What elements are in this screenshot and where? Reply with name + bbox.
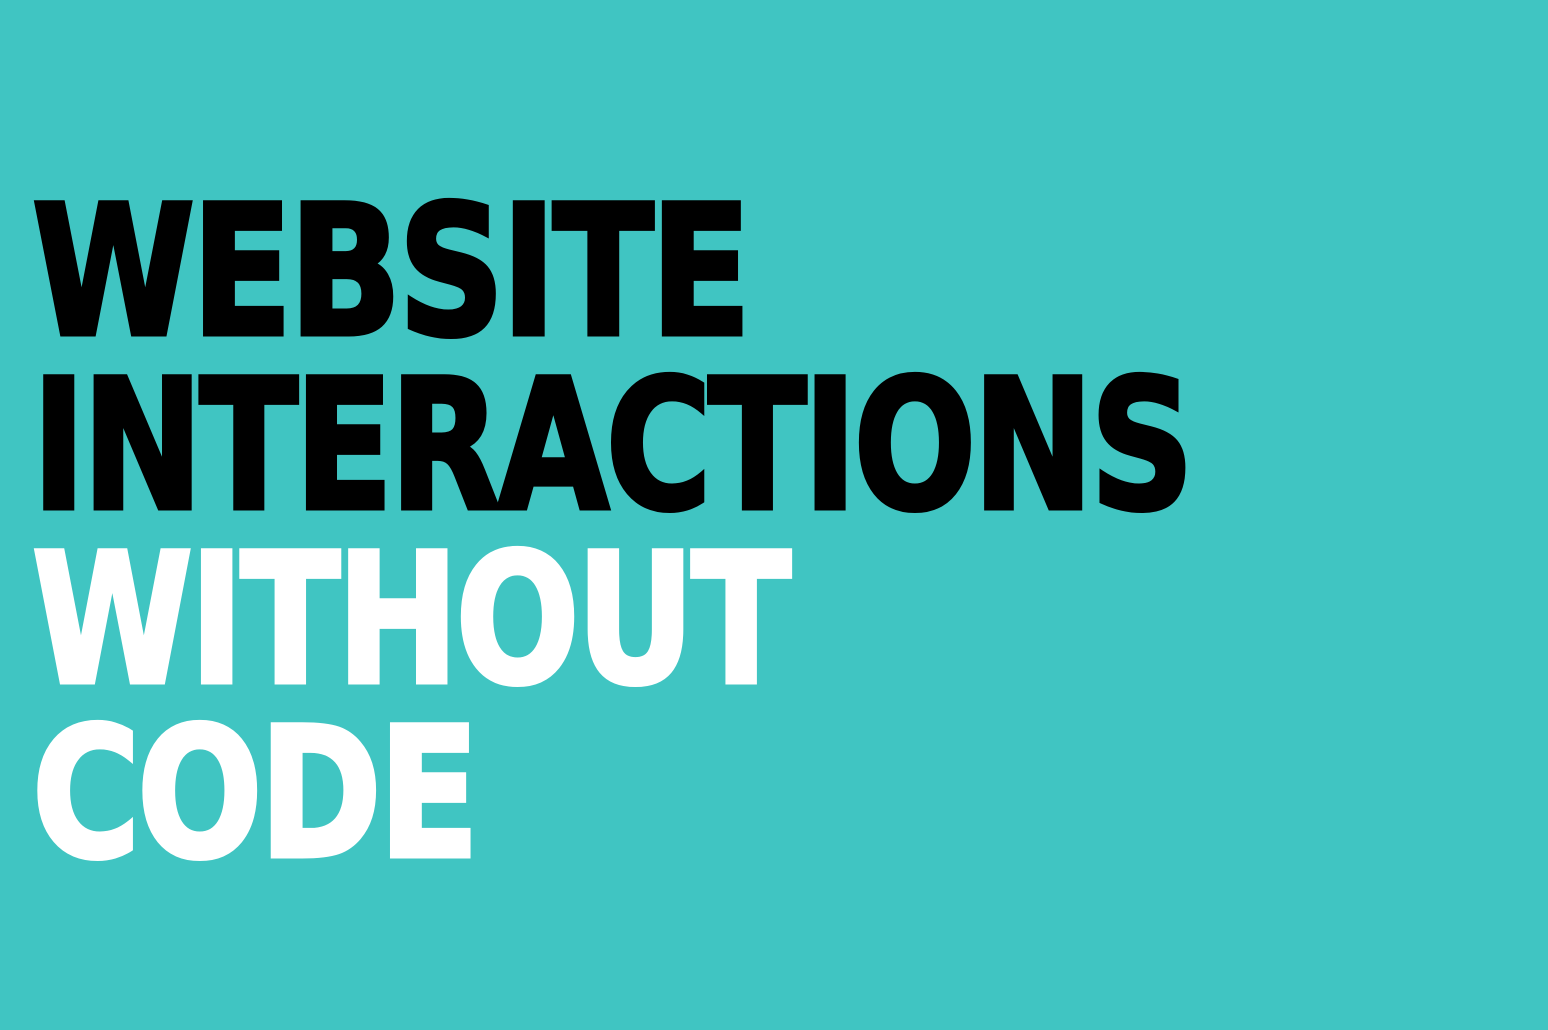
headline-line-website: WEBSITE [30,168,753,377]
headline-line-without: WITHOUT [30,516,793,725]
headline-line-code: CODE [30,690,481,899]
headline: WEBSITE INTERACTIONS WITHOUT CODE [30,168,1480,899]
headline-line-interactions: INTERACTIONS [30,342,1196,551]
